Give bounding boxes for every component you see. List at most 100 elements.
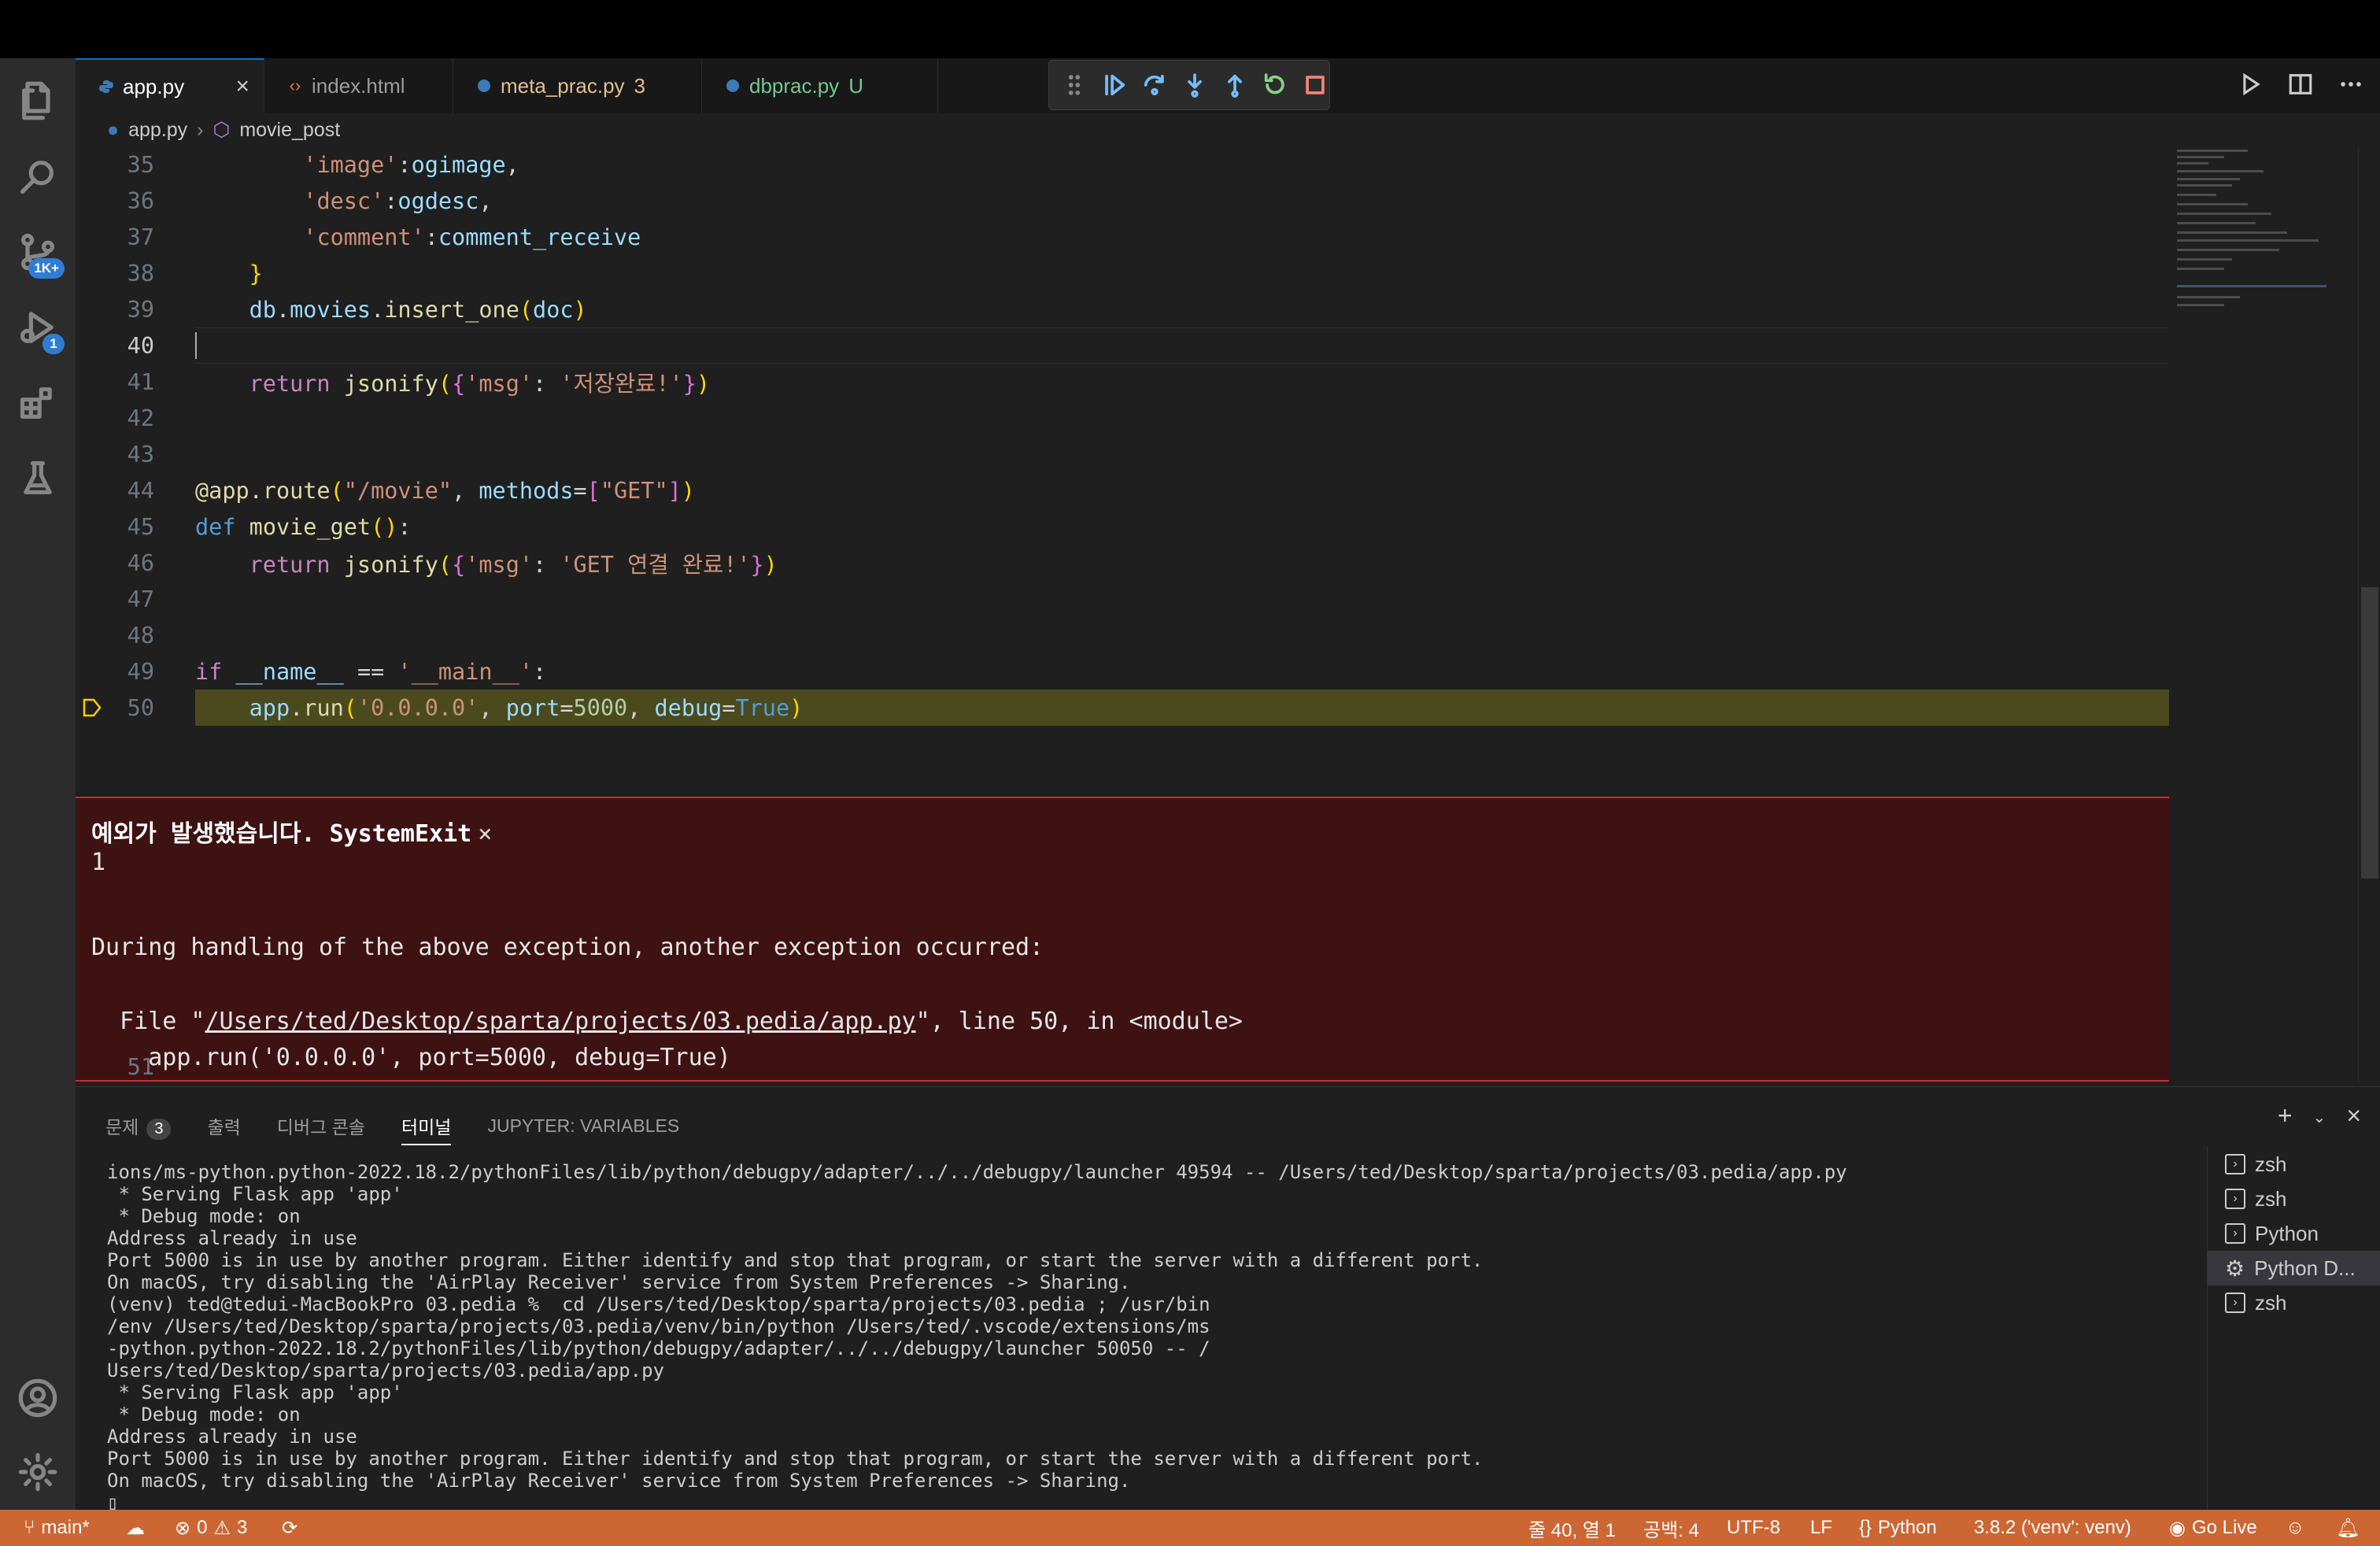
tab-problems[interactable]: 문제 3 — [105, 1112, 172, 1140]
explorer-icon[interactable] — [14, 77, 61, 124]
title-bar — [0, 0, 2380, 58]
workbench: app.py × ‹› index.html meta_prac.py 3 db… — [76, 58, 2380, 1514]
code-line: 50 app.run('0.0.0.0', port=5000, debug=T… — [76, 690, 2169, 726]
debug-badge: 1 — [42, 334, 65, 354]
tab-output[interactable]: 출력 — [207, 1112, 240, 1139]
debug-gear-icon: ⚙ — [2225, 1256, 2245, 1281]
close-icon[interactable]: × — [478, 820, 492, 848]
tab-dbprac-py[interactable]: dbprac.py U — [702, 58, 938, 113]
step-into-icon[interactable] — [1181, 71, 1208, 99]
close-panel-icon[interactable]: × — [2346, 1101, 2361, 1130]
feedback-icon[interactable]: ☺ — [2286, 1510, 2305, 1546]
testing-icon[interactable] — [14, 455, 61, 502]
sync-icon[interactable]: ☁ — [126, 1510, 145, 1546]
tab-meta-prac-py[interactable]: meta_prac.py 3 — [453, 58, 702, 113]
run-file-icon[interactable] — [2237, 71, 2264, 102]
source-control-icon[interactable]: 1K+ — [14, 228, 65, 279]
source-control-badge: 1K+ — [28, 258, 65, 279]
line-number: 51 — [127, 1053, 154, 1080]
problems-indicator[interactable]: ⊗ 0 ⚠ 3 — [175, 1510, 247, 1546]
go-live-button[interactable]: ◉ Go Live — [2169, 1510, 2257, 1546]
code-line: 44 @app.route("/movie", methods=["GET"]) — [76, 472, 2169, 509]
notifications-bell-icon[interactable]: 🔔︎ — [2336, 1510, 2360, 1546]
scrollbar-thumb[interactable] — [2361, 587, 2378, 878]
terminal-instance[interactable]: › zsh — [2208, 1285, 2380, 1320]
line-number: 41 — [127, 368, 154, 395]
status-bar: ⑂ main* ☁ ⊗ 0 ⚠ 3 ⟳ 줄 40, 열 1 공백: 4 UTF-8 LF… — [0, 1510, 2380, 1546]
continue-icon[interactable] — [1100, 71, 1128, 99]
tab-label: meta_prac.py — [501, 73, 625, 98]
code-line: 48 — [76, 617, 2169, 653]
python-file-icon — [98, 78, 115, 95]
settings-gear-icon[interactable] — [14, 1448, 61, 1496]
tab-label: dbprac.py — [749, 73, 840, 98]
new-terminal-plus-icon[interactable]: + — [2278, 1101, 2293, 1130]
chevron-right-icon: › — [197, 118, 204, 141]
tab-label: app.py — [123, 74, 185, 98]
line-number: 45 — [127, 513, 154, 540]
tab-debug-console[interactable]: 디버그 콘솔 — [277, 1112, 365, 1139]
warning-icon: ⚠ — [213, 1517, 231, 1539]
terminal-name: Python — [2255, 1221, 2319, 1245]
breadcrumb-file[interactable]: app.py — [128, 119, 187, 142]
exception-traceback-file: File "/Users/ted/Desktop/sparta/projects… — [91, 1008, 1243, 1035]
breakpoint-paused-icon[interactable] — [82, 697, 102, 718]
minimap[interactable] — [2169, 146, 2358, 776]
problems-count-badge: 3 — [146, 1118, 172, 1140]
line-number: 46 — [127, 549, 154, 576]
activity-bar: 1K+ 1 — [0, 58, 76, 1510]
tab-label: index.html — [312, 73, 405, 98]
account-icon[interactable] — [14, 1374, 61, 1422]
indentation[interactable]: 공백: 4 — [1643, 1510, 1699, 1546]
tab-terminal[interactable]: 터미널 — [401, 1112, 452, 1145]
tab-index-html[interactable]: ‹› index.html — [264, 58, 453, 113]
terminal-instance[interactable]: › zsh — [2208, 1147, 2380, 1182]
line-number: 40 — [127, 332, 154, 359]
terminal-instance[interactable]: ⚙ Python D... — [2208, 1251, 2380, 1285]
python-file-icon — [475, 77, 493, 94]
line-number: 37 — [127, 224, 154, 250]
drag-handle-icon[interactable] — [1060, 71, 1088, 99]
line-number: 44 — [127, 477, 154, 504]
symbol-method-icon: ⬡ — [213, 119, 231, 141]
encoding[interactable]: UTF-8 — [1727, 1510, 1780, 1546]
terminal-output[interactable]: ions/ms-python.python-2022.18.2/pythonFi… — [107, 1161, 2279, 1514]
code-editor[interactable]: 35 'image':ogimage, 36 'desc':ogdesc, 37… — [76, 146, 2380, 1085]
extensions-icon[interactable] — [14, 379, 61, 427]
traceback-file-link[interactable]: /Users/ted/Desktop/sparta/projects/03.pe… — [205, 1008, 916, 1035]
run-debug-icon[interactable]: 1 — [14, 304, 65, 354]
tab-jupyter-variables[interactable]: JUPYTER: VARIABLES — [487, 1115, 679, 1137]
close-icon[interactable]: × — [235, 73, 249, 100]
python-interpreter[interactable]: 3.8.2 ('venv': venv) — [1974, 1510, 2131, 1546]
terminal-instance[interactable]: › Python — [2208, 1216, 2380, 1251]
terminal-icon: › — [2225, 1223, 2245, 1244]
stop-icon[interactable] — [1302, 71, 1329, 99]
line-ending[interactable]: LF — [1810, 1510, 1832, 1546]
branch-indicator[interactable]: ⑂ main* — [24, 1510, 90, 1546]
code-line: 46 return jsonify({'msg': 'GET 연결 완료!'}) — [76, 545, 2169, 581]
step-over-icon[interactable] — [1140, 71, 1168, 99]
code-line: 49 if __name__ == '__main__': — [76, 653, 2169, 690]
line-number: 36 — [127, 187, 154, 214]
go-live-label: Go Live — [2191, 1517, 2257, 1538]
tab-app-py[interactable]: app.py × — [76, 58, 264, 113]
language-mode[interactable]: {} Python — [1859, 1510, 1937, 1546]
step-out-icon[interactable] — [1221, 71, 1249, 99]
chevron-down-icon[interactable]: ⌄ — [2313, 1108, 2326, 1130]
more-actions-icon[interactable] — [2338, 71, 2364, 102]
error-count: 0 — [197, 1517, 208, 1538]
broadcast-icon: ◉ — [2169, 1517, 2186, 1539]
terminal-instance[interactable]: › zsh — [2208, 1182, 2380, 1216]
breadcrumb-symbol[interactable]: movie_post — [239, 119, 340, 142]
python-file-icon — [724, 77, 741, 94]
restart-icon[interactable] — [1262, 71, 1289, 99]
terminal-icon: › — [2225, 1189, 2245, 1209]
debug-status-icon[interactable]: ⟳ — [282, 1510, 298, 1546]
cursor-position[interactable]: 줄 40, 열 1 — [1528, 1510, 1616, 1546]
warning-count: 3 — [236, 1517, 248, 1538]
search-icon[interactable] — [14, 153, 61, 200]
code-line: 36 'desc':ogdesc, — [76, 183, 2169, 219]
debug-toolbar — [1048, 60, 1330, 110]
line-number: 47 — [127, 586, 154, 612]
split-editor-icon[interactable] — [2287, 71, 2314, 102]
